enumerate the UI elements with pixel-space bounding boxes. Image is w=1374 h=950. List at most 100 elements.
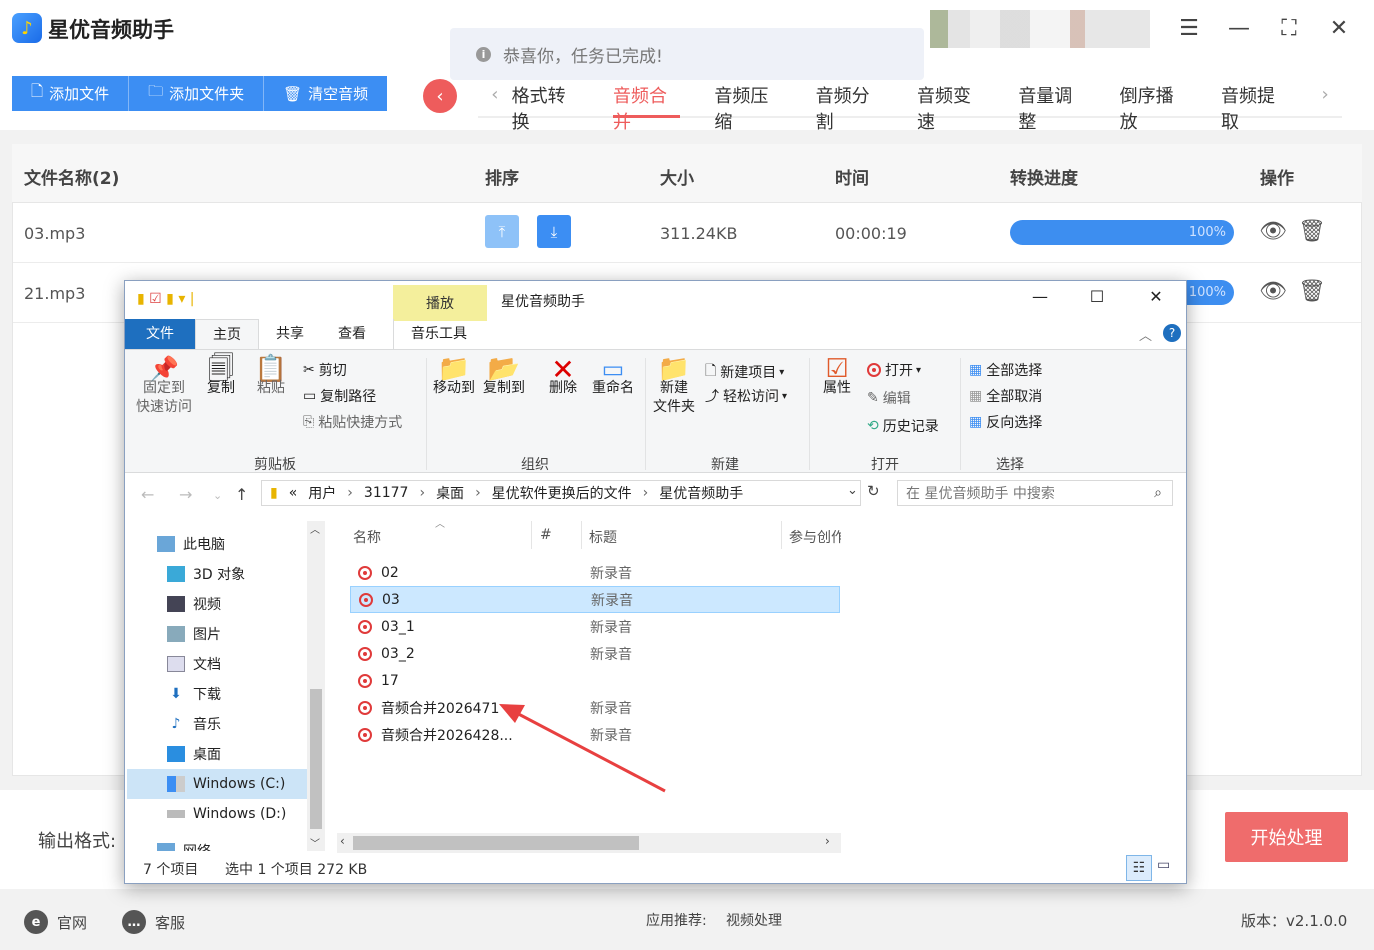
nav-this-pc[interactable]: 此电脑 [157,530,225,558]
open-button[interactable]: 打开 ▾ [867,360,921,380]
minimize-icon[interactable]: — [1224,16,1254,41]
tab-format-convert[interactable]: 格式转换 [512,82,579,133]
history-button[interactable]: ⟲ 历史记录 [867,416,939,436]
select-all-button[interactable]: ▦ 全部选择 [969,360,1042,380]
recommend-link[interactable]: 视频处理 [726,910,782,930]
preview-eye-icon[interactable]: 👁 [1259,279,1287,304]
properties-button[interactable]: ☑ 属性 [815,356,859,398]
close-icon[interactable]: ✕ [1324,16,1354,41]
start-button[interactable]: 开始处理 [1225,812,1348,862]
add-folder-button[interactable]: 🗀 添加文件夹 [129,76,265,111]
tab-audio-merge[interactable]: 音频合并 [613,82,681,133]
move-up-button[interactable]: ⤒ [485,215,519,248]
recent-dropdown-icon[interactable]: ⌄ [213,489,222,502]
new-folder-button[interactable]: 📁 新建 文件夹 [649,356,699,417]
tabs-next-icon[interactable]: › [1308,82,1342,105]
add-file-button[interactable]: 🗋 添加文件 [12,76,130,111]
column-divider[interactable] [781,521,782,549]
play-context-tab[interactable]: 播放 [393,285,487,321]
user-avatar[interactable] [930,10,1150,48]
file-list-scrollbar[interactable]: ‹ › [337,833,841,853]
tab-extract[interactable]: 音频提取 [1221,82,1288,133]
column-title[interactable]: 标题 [589,527,617,547]
edit-button[interactable]: ✎ 编辑 [867,388,911,408]
preview-eye-icon[interactable]: 👁 [1259,219,1287,244]
nav-documents[interactable]: 文档 [167,650,221,678]
tab-view[interactable]: 查看 [321,319,383,349]
delete-button[interactable]: ✕ 删除 [543,356,583,398]
h-scroll-thumb[interactable] [353,836,639,850]
easy-access-button[interactable]: ⤴ 轻松访问 ▾ [705,386,787,406]
column-divider[interactable] [581,521,582,549]
breadcrumb-overflow[interactable]: « [289,485,298,501]
quick-access-toolbar[interactable]: ▮ ☑ ▮ ▾ | [137,291,195,307]
move-down-button[interactable]: ⤓ [537,215,571,248]
copy-path-button[interactable]: ▭ 复制路径 [303,386,376,406]
column-number[interactable]: # [540,527,552,543]
help-icon[interactable]: ? [1163,324,1181,342]
copy-button[interactable]: 🗐 复制 [201,356,241,398]
tab-home[interactable]: 主页 [195,319,259,349]
breadcrumb-current[interactable]: 星优音频助手 [659,483,743,503]
nav-3d-objects[interactable]: 3D 对象 [167,560,245,588]
file-row[interactable]: 03_2 新录音 [350,640,840,667]
tab-audio-compress[interactable]: 音频压缩 [714,82,781,133]
nav-scrollbar[interactable]: ︿ ﹀ [307,521,325,851]
nav-drive-d[interactable]: Windows (D:) [167,800,286,828]
paste-button[interactable]: 📋 粘贴 [251,356,291,398]
breadcrumb-user[interactable]: 31177 [364,485,409,501]
back-arrow-icon[interactable]: ← [141,485,154,504]
website-link[interactable]: e 官网 [24,910,87,934]
address-bar[interactable]: ▮ « 用户 › 31177 › 桌面 › 星优软件更换后的文件 › 星优音频助手 [261,480,861,506]
breadcrumb-folder[interactable]: 星优软件更换后的文件 [492,483,632,503]
pin-quick-access-button[interactable]: 📌 固定到 快速访问 [133,357,195,417]
ribbon-collapse-icon[interactable]: ︿ [1139,325,1152,344]
invert-selection-button[interactable]: ▦ 反向选择 [969,412,1042,432]
explorer-minimize-icon[interactable]: — [1020,287,1060,306]
scroll-up-icon[interactable]: ︿ [310,521,320,536]
back-button[interactable]: ‹ [423,79,457,113]
file-row-selected[interactable]: 03 新录音 [350,586,840,613]
rename-button[interactable]: ▭ 重命名 [589,357,637,398]
clear-button[interactable]: 🗑 清空音频 [264,76,388,111]
tab-file[interactable]: 文件 [125,319,195,349]
copy-to-button[interactable]: 📂 复制到 [481,356,527,398]
explorer-close-icon[interactable]: ✕ [1136,287,1176,306]
column-contributors[interactable]: 参与创作 [789,527,841,547]
large-icons-view-icon[interactable]: ▭ [1157,857,1170,873]
nav-scroll-thumb[interactable] [310,689,322,829]
paste-shortcut-button[interactable]: ⎘ 粘贴快捷方式 [303,412,402,432]
tab-audio-speed[interactable]: 音频变速 [917,82,984,133]
nav-drive-c[interactable]: Windows (C:) [167,770,285,798]
file-row[interactable]: 17 [350,667,840,694]
nav-music[interactable]: ♪ 音乐 [167,710,221,738]
nav-desktop[interactable]: 桌面 [167,740,221,768]
tab-reverse[interactable]: 倒序播放 [1120,82,1187,133]
column-name[interactable]: 名称 [353,527,381,547]
details-view-icon[interactable]: ☷ [1126,855,1152,881]
forward-arrow-icon[interactable]: → [179,485,192,504]
address-dropdown-icon[interactable]: ⌄ [847,483,858,498]
select-none-button[interactable]: ▦ 全部取消 [969,386,1042,406]
column-divider[interactable] [531,521,532,549]
refresh-icon[interactable]: ↻ [867,482,880,500]
file-row[interactable]: 02 新录音 [350,559,840,586]
breadcrumb-desktop[interactable]: 桌面 [436,483,464,503]
breadcrumb-users[interactable]: 用户 [308,483,336,503]
move-to-button[interactable]: 📁 移动到 [431,356,477,398]
support-link[interactable]: … 客服 [122,910,185,934]
delete-icon[interactable]: 🗑 [1298,279,1326,304]
file-row[interactable]: 03_1 新录音 [350,613,840,640]
scroll-down-icon[interactable]: ﹀ [310,835,320,850]
explorer-maximize-icon[interactable]: ☐ [1077,287,1117,306]
new-item-button[interactable]: 🗋 新建项目 ▾ [705,360,784,384]
nav-network[interactable]: 网络 [157,837,211,851]
cut-button[interactable]: ✂ 剪切 [303,360,347,380]
scroll-left-icon[interactable]: ‹ [340,834,345,848]
nav-videos[interactable]: 视频 [167,590,221,618]
search-input[interactable]: 在 星优音频助手 中搜索 ⌕ [897,480,1173,506]
tab-music-tools[interactable]: 音乐工具 [393,319,484,349]
nav-downloads[interactable]: ⬇ 下载 [167,680,221,708]
settings-icon[interactable]: ☰ [1174,16,1204,41]
scroll-right-icon[interactable]: › [825,834,830,848]
